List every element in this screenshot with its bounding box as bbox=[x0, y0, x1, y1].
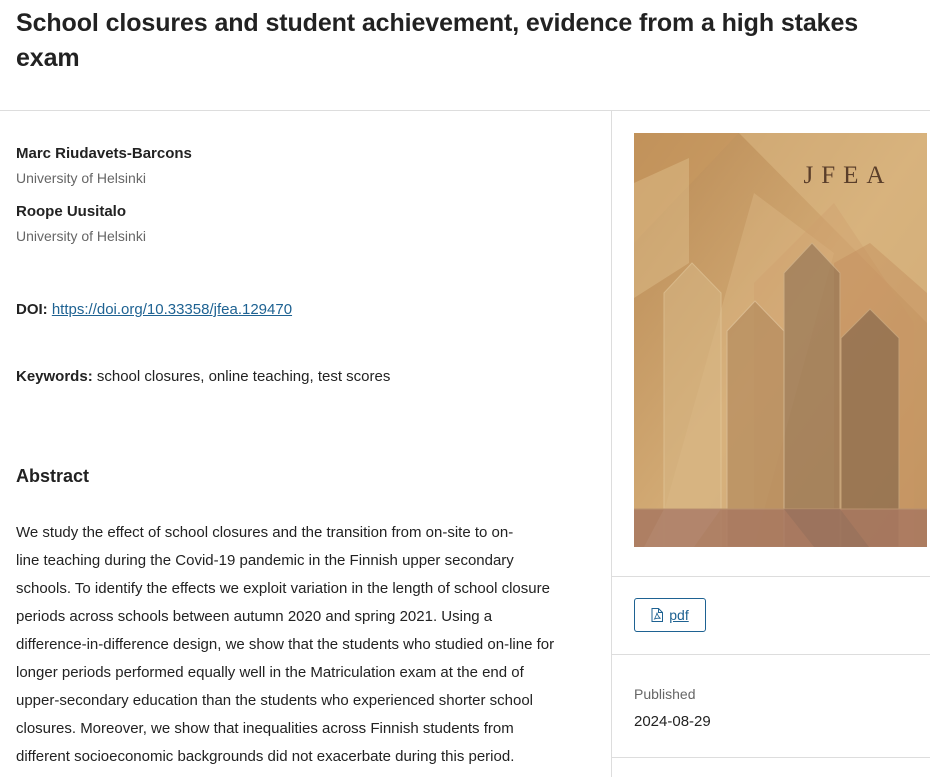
journal-cover-image[interactable]: JFEA bbox=[634, 133, 927, 547]
author-affiliation: University of Helsinki bbox=[16, 228, 146, 244]
title-divider bbox=[0, 110, 930, 111]
pdf-button-label: pdf bbox=[669, 607, 689, 623]
keywords-label: Keywords: bbox=[16, 368, 93, 385]
doi-link[interactable]: https://doi.org/10.33358/jfea.129470 bbox=[52, 301, 292, 318]
abstract-line: We study the effect of school closures a… bbox=[16, 524, 514, 541]
author-name: Marc Riudavets-Barcons bbox=[16, 145, 192, 162]
abstract-line: difference-in-difference design, we show… bbox=[16, 636, 555, 653]
sidebar-divider bbox=[612, 654, 930, 655]
keywords-value: school closures, online teaching, test s… bbox=[96, 368, 391, 385]
abstract-heading: Abstract bbox=[16, 466, 90, 486]
pdf-download-button[interactable]: pdf bbox=[634, 598, 706, 632]
abstract-line: schools. To identify the effects we expl… bbox=[16, 580, 550, 597]
abstract-line: different socioeconomic backgrounds did … bbox=[16, 748, 515, 765]
doi-label: DOI: bbox=[16, 301, 48, 318]
column-divider bbox=[611, 111, 612, 777]
author-name: Roope Uusitalo bbox=[16, 203, 127, 220]
abstract-line: closures. Moreover, we show that inequal… bbox=[16, 720, 514, 737]
published-label: Published bbox=[634, 686, 696, 702]
abstract-text: We study the effect of school closures a… bbox=[16, 519, 588, 771]
sidebar-divider bbox=[612, 576, 930, 577]
cover-title-text: JFEA bbox=[804, 162, 893, 189]
abstract-line: upper-secondary education than the stude… bbox=[16, 692, 533, 709]
keywords-row: Keywords: school closures, online teachi… bbox=[16, 368, 390, 385]
abstract-line: line teaching during the Covid-19 pandem… bbox=[16, 552, 514, 569]
pdf-file-icon bbox=[651, 608, 664, 622]
abstract-line: periods across schools between autumn 20… bbox=[16, 608, 493, 625]
page-title: School closures and student achievement,… bbox=[16, 9, 859, 72]
sidebar-divider bbox=[612, 757, 930, 758]
author-affiliation: University of Helsinki bbox=[16, 170, 146, 186]
published-date: 2024-08-29 bbox=[634, 713, 711, 730]
doi-row: DOI: https://doi.org/10.33358/jfea.12947… bbox=[16, 301, 292, 318]
abstract-line: longer periods performed equally well in… bbox=[16, 664, 524, 681]
